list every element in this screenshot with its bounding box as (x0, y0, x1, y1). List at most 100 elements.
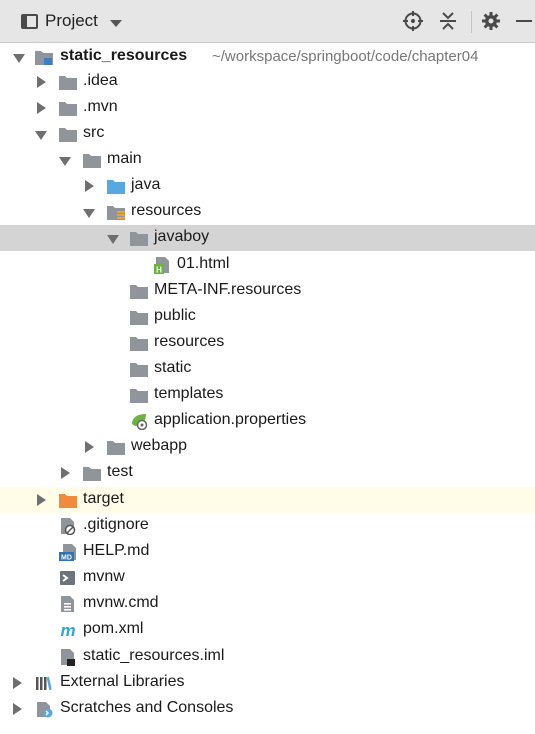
collapsed-arrow-icon[interactable] (13, 677, 22, 689)
folder-icon (107, 441, 125, 455)
tree-item-label: mvnw.cmd (83, 594, 159, 611)
resources-folder-icon (107, 206, 125, 220)
scratches-icon (37, 702, 53, 718)
excluded-folder-icon (59, 494, 77, 508)
module-file-icon (61, 649, 75, 666)
tree-item-label: Scratches and Consoles (60, 699, 234, 716)
tree-row-application-properties[interactable]: application.properties (0, 408, 535, 434)
folder-icon (83, 154, 101, 168)
maven-pom-icon: m (60, 621, 75, 639)
tree-item-label: 01.html (177, 255, 230, 272)
ignore-file-icon (61, 518, 76, 535)
tree-row-pom-xml[interactable]: m pom.xml (0, 617, 535, 643)
tree-row-external-libraries[interactable]: External Libraries (0, 670, 535, 696)
toolbar-separator (471, 11, 472, 33)
collapsed-arrow-icon[interactable] (37, 102, 46, 114)
tree-row-webapp[interactable]: webapp (0, 434, 535, 460)
project-view-icon (21, 14, 38, 29)
tree-item-label: .mvn (83, 98, 118, 115)
folder-icon (130, 337, 148, 351)
tree-item-label: mvnw (83, 568, 125, 585)
tree-row-root[interactable]: static_resources ~/workspace/springboot/… (0, 44, 535, 70)
tree-item-label: templates (154, 385, 224, 402)
tree-item-label: test (107, 463, 133, 480)
tree-row-idea[interactable]: .idea (0, 69, 535, 95)
tree-row-public[interactable]: public (0, 304, 535, 330)
tree-row-mvnw[interactable]: mvnw (0, 565, 535, 591)
tree-row-meta-inf[interactable]: META-INF.resources (0, 278, 535, 304)
expanded-arrow-icon[interactable] (35, 131, 47, 140)
locate-target-icon[interactable] (402, 10, 424, 32)
tree-row-target[interactable]: target (0, 487, 535, 513)
tree-row-templates[interactable]: templates (0, 382, 535, 408)
markdown-file-icon: MD (59, 544, 76, 562)
shell-script-icon (60, 571, 75, 585)
folder-icon (59, 102, 77, 116)
html-file-icon: H (154, 257, 169, 274)
tree-item-label: public (154, 307, 196, 324)
collapsed-arrow-icon[interactable] (85, 180, 94, 192)
tool-window-title[interactable]: Project (45, 11, 98, 31)
expanded-arrow-icon[interactable] (13, 54, 25, 63)
tree-item-label: META-INF.resources (154, 281, 302, 298)
text-file-icon (61, 596, 74, 612)
expanded-arrow-icon[interactable] (59, 157, 71, 166)
tree-item-label: webapp (131, 437, 188, 454)
tree-item-label: .gitignore (83, 516, 149, 533)
tree-item-label: HELP.md (83, 542, 150, 559)
tree-item-label: target (83, 490, 124, 507)
expanded-arrow-icon[interactable] (83, 209, 95, 218)
tree-item-label: pom.xml (83, 620, 144, 637)
tree-item-label: .idea (83, 72, 118, 89)
tree-row-java[interactable]: java (0, 173, 535, 199)
md-badge-text: MD (61, 555, 72, 562)
settings-gear-icon[interactable] (480, 10, 502, 32)
expanded-arrow-icon[interactable] (107, 235, 119, 244)
tree-row-help-md[interactable]: MD HELP.md (0, 539, 535, 565)
tree-item-label: resources (154, 333, 225, 350)
collapsed-arrow-icon[interactable] (37, 76, 46, 88)
folder-icon (130, 232, 148, 246)
collapsed-arrow-icon[interactable] (13, 703, 22, 715)
tree-row-mvn[interactable]: .mvn (0, 95, 535, 121)
folder-icon (130, 285, 148, 299)
view-dropdown-caret-icon[interactable] (110, 20, 122, 27)
collapsed-arrow-icon[interactable] (37, 494, 46, 506)
tree-row-iml[interactable]: static_resources.iml (0, 644, 535, 670)
source-folder-icon (107, 180, 125, 194)
tree-row-javaboy[interactable]: javaboy (0, 225, 535, 251)
maven-badge-text: m (60, 621, 75, 639)
tree-item-label: static (154, 359, 192, 376)
project-root-name: static_resources (60, 47, 188, 64)
tree-item-label: java (131, 176, 161, 193)
tree-row-static[interactable]: static (0, 356, 535, 382)
folder-icon (130, 311, 148, 325)
tree-row-resources[interactable]: resources (0, 199, 535, 225)
project-root-path: ~/workspace/springboot/code/chapter04 (212, 48, 479, 65)
module-folder-icon (35, 51, 53, 65)
tree-item-label: src (83, 124, 105, 141)
tree-row-main[interactable]: main (0, 147, 535, 173)
tree-item-label: resources (131, 202, 202, 219)
folder-icon (59, 128, 77, 142)
collapsed-arrow-icon[interactable] (61, 467, 70, 479)
tree-row-mvnw-cmd[interactable]: mvnw.cmd (0, 591, 535, 617)
project-toolbar: Project (0, 0, 535, 43)
collapse-all-icon[interactable] (437, 10, 459, 32)
tree-row-01-html[interactable]: H 01.html (0, 252, 535, 278)
hide-minimize-icon[interactable] (513, 10, 535, 32)
collapsed-arrow-icon[interactable] (85, 441, 94, 453)
folder-icon (130, 389, 148, 403)
folder-icon (130, 363, 148, 377)
tree-item-label: main (107, 150, 142, 167)
tree-row-src[interactable]: src (0, 121, 535, 147)
tree-row-resources-sub[interactable]: resources (0, 330, 535, 356)
folder-icon (59, 76, 77, 90)
tree-row-test[interactable]: test (0, 460, 535, 486)
tree-row-scratches[interactable]: Scratches and Consoles (0, 696, 535, 722)
tree-item-label: application.properties (154, 411, 307, 428)
tree-row-gitignore[interactable]: .gitignore (0, 513, 535, 539)
tree-item-label: javaboy (154, 228, 210, 245)
spring-properties-icon (132, 414, 148, 430)
libraries-icon (36, 676, 52, 691)
